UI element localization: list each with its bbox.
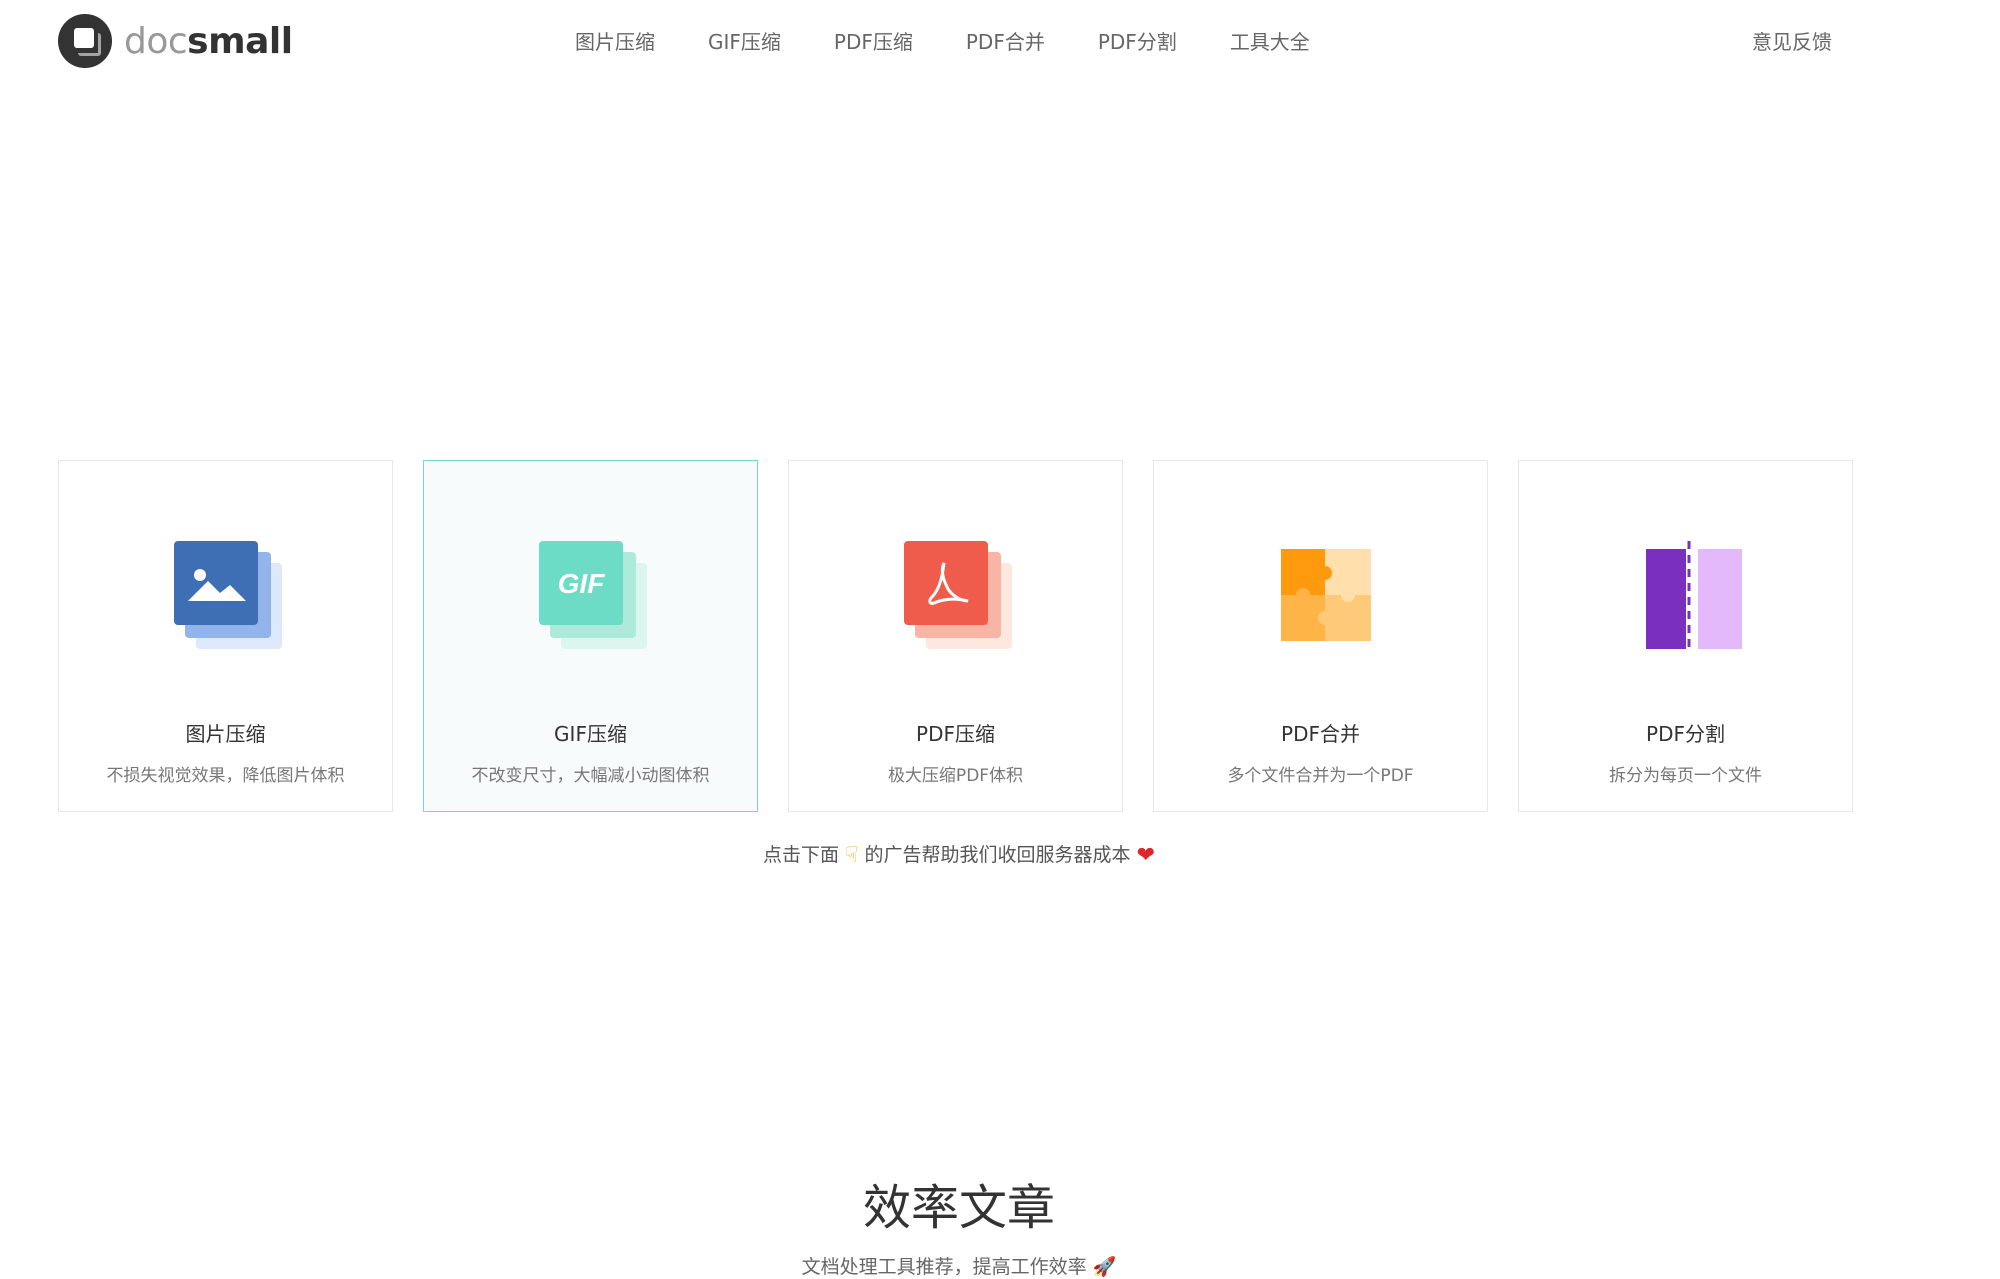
card-title: PDF压缩 xyxy=(916,722,995,746)
card-title: 图片压缩 xyxy=(185,722,266,746)
image-icon xyxy=(174,541,282,649)
pdf-icon xyxy=(904,541,1012,649)
card-desc: 多个文件合并为一个PDF xyxy=(1227,766,1414,786)
nav-image-compress[interactable]: 图片压缩 xyxy=(575,26,655,55)
svg-text:GIF: GIF xyxy=(558,568,606,599)
card-image-compress[interactable]: 图片压缩 不损失视觉效果，降低图片体积 xyxy=(58,460,393,812)
card-gif-compress[interactable]: GIF GIF压缩 不改变尺寸，大幅减小动图体积 xyxy=(423,460,758,812)
nav-pdf-split[interactable]: PDF分割 xyxy=(1098,26,1177,55)
card-desc: 极大压缩PDF体积 xyxy=(887,766,1024,786)
logo-icon xyxy=(58,14,112,68)
nav-pdf-merge[interactable]: PDF合并 xyxy=(966,26,1045,55)
rocket-icon: 🚀 xyxy=(1092,1256,1117,1278)
logo-text: docsmall xyxy=(124,20,293,62)
card-title: PDF合并 xyxy=(1281,722,1360,746)
card-desc: 不改变尺寸，大幅减小动图体积 xyxy=(471,766,710,786)
section-subtitle: 文档处理工具推荐，提高工作效率 🚀 xyxy=(801,1256,1117,1278)
split-icon xyxy=(1646,541,1742,651)
card-pdf-split[interactable]: PDF分割 拆分为每页一个文件 xyxy=(1518,460,1853,812)
puzzle-icon xyxy=(1281,549,1371,641)
feedback-link[interactable]: 意见反馈 xyxy=(1752,26,1832,55)
logo[interactable]: docsmall xyxy=(58,14,293,68)
gif-icon: GIF xyxy=(539,541,647,649)
ad-note: 点击下面 ☟ 的广告帮助我们收回服务器成本 ❤ xyxy=(762,843,1155,868)
nav-gif-compress[interactable]: GIF压缩 xyxy=(708,26,781,55)
heart-icon: ❤ xyxy=(1136,843,1155,868)
header: docsmall 图片压缩 GIF压缩 PDF压缩 PDF合并 PDF分割 工具… xyxy=(0,0,2000,80)
card-desc: 不损失视觉效果，降低图片体积 xyxy=(106,766,345,786)
main-nav: 图片压缩 GIF压缩 PDF压缩 PDF合并 PDF分割 工具大全 xyxy=(575,26,1363,55)
nav-pdf-compress[interactable]: PDF压缩 xyxy=(834,26,913,55)
card-pdf-merge[interactable]: PDF合并 多个文件合并为一个PDF xyxy=(1153,460,1488,812)
card-title: PDF分割 xyxy=(1646,722,1725,746)
card-desc: 拆分为每页一个文件 xyxy=(1609,766,1762,786)
nav-all-tools[interactable]: 工具大全 xyxy=(1230,26,1310,55)
tool-cards: 图片压缩 不损失视觉效果，降低图片体积 GIF GIF压缩 不改变尺寸，大幅减小… xyxy=(58,460,1883,812)
card-pdf-compress[interactable]: PDF压缩 极大压缩PDF体积 xyxy=(788,460,1123,812)
pointing-down-icon: ☟ xyxy=(845,843,859,868)
section-title: 效率文章 xyxy=(862,1180,1055,1236)
card-title: GIF压缩 xyxy=(554,722,627,746)
